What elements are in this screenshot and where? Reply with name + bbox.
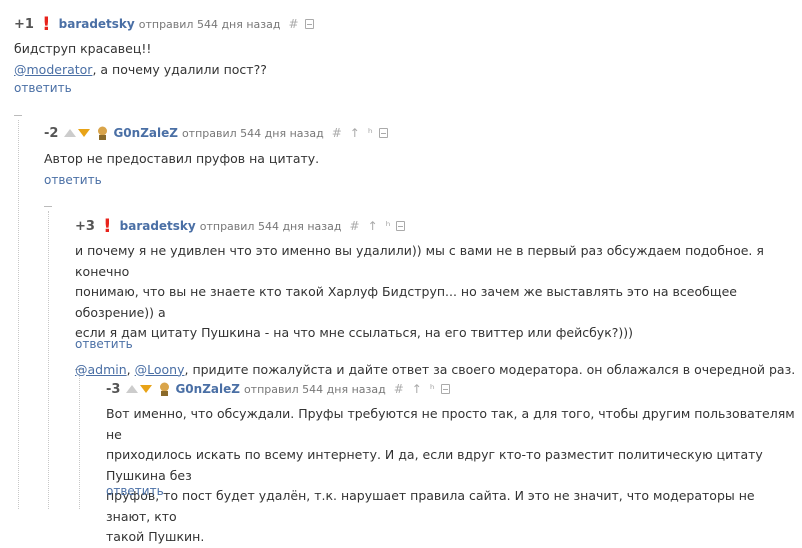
parent-icon[interactable]: ʰ <box>386 219 391 233</box>
comment-body: и почему я не удивлен что это именно вы … <box>75 241 802 380</box>
save-icon[interactable] <box>396 221 406 231</box>
vote-up-icon[interactable] <box>64 129 77 137</box>
comment-time: отправил 544 дня назад <box>199 219 342 233</box>
comment-score: +1 <box>14 16 34 32</box>
comment-score: +3 <box>75 218 95 234</box>
comment-header: +3 ! baradetsky отправил 544 дня назад #… <box>75 215 406 237</box>
comment-line: @moderator, а почему удалили пост?? <box>14 60 267 81</box>
comment-header: -3 G0nZaleZ отправил 544 дня назад # ↑ ʰ <box>106 379 450 399</box>
save-icon[interactable] <box>378 128 388 138</box>
save-icon[interactable] <box>440 384 450 394</box>
collapse-toggle[interactable] <box>44 206 52 207</box>
collapse-toggle[interactable] <box>14 115 22 116</box>
thread-line <box>18 120 19 509</box>
mention-link[interactable]: @Loony <box>135 362 185 377</box>
mention-link[interactable]: @admin <box>75 362 127 377</box>
mention-link[interactable]: @moderator <box>14 62 92 77</box>
comment-text: , а почему удалили пост?? <box>92 61 267 77</box>
up-arrow-icon[interactable]: ↑ <box>350 126 360 140</box>
comment-line: бидструп красавец!! <box>14 41 152 56</box>
avatar-icon <box>160 382 170 396</box>
save-icon[interactable] <box>304 19 314 29</box>
comment-time: отправил 544 дня назад <box>138 17 281 31</box>
comment-author[interactable]: G0nZaleZ <box>113 126 178 140</box>
comment-time: отправил 544 дня назад <box>243 382 386 396</box>
comment-body: Вот именно, что обсуждали. Пруфы требуют… <box>106 404 802 548</box>
comment-body: Автор не предоставил пруфов на цитату. <box>44 149 319 170</box>
permalink-icon[interactable]: # <box>350 219 360 233</box>
comment-time: отправил 544 дня назад <box>181 126 324 140</box>
comment-line: понимаю, что вы не знаете кто такой Харл… <box>75 284 737 320</box>
avatar-icon <box>98 126 108 140</box>
reply-link[interactable]: ответить <box>75 337 133 351</box>
parent-icon[interactable]: ʰ <box>430 382 435 396</box>
warning-icon: ! <box>41 13 51 35</box>
comment-score: -2 <box>44 125 59 141</box>
comment-author[interactable]: G0nZaleZ <box>175 382 240 396</box>
comment-header: -2 G0nZaleZ отправил 544 дня назад # ↑ ʰ <box>44 123 388 143</box>
comment-line: Вот именно, что обсуждали. Пруфы требуют… <box>106 406 795 442</box>
comment-score: -3 <box>106 381 121 397</box>
vote-up-icon[interactable] <box>126 385 139 393</box>
permalink-icon[interactable]: # <box>332 126 342 140</box>
comment-line: если я дам цитату Пушкина - на что мне с… <box>75 325 634 340</box>
separator: , <box>126 361 135 377</box>
thread-line <box>79 374 80 509</box>
reply-link[interactable]: ответить <box>14 81 72 95</box>
up-arrow-icon[interactable]: ↑ <box>368 219 378 233</box>
comment-header: +1 ! baradetsky отправил 544 дня назад # <box>14 14 314 34</box>
thread-line <box>48 211 49 509</box>
comment-line: @admin, @Loony, придите пожалуйста и дай… <box>75 360 802 381</box>
comment-line: приходилось искать по всему интернету. И… <box>106 447 763 483</box>
comment-body: бидструп красавец!! @moderator, а почему… <box>14 39 267 80</box>
reply-link[interactable]: ответить <box>106 484 164 498</box>
parent-icon[interactable]: ʰ <box>368 126 373 140</box>
comment-line: пруфов, то пост будет удалён, т.к. наруш… <box>106 488 755 524</box>
vote-down-icon[interactable] <box>140 385 153 393</box>
comment-line: и почему я не удивлен что это именно вы … <box>75 243 764 279</box>
permalink-icon[interactable]: # <box>289 17 299 31</box>
comment-author[interactable]: baradetsky <box>120 219 196 233</box>
comment-line: Автор не предоставил пруфов на цитату. <box>44 151 320 166</box>
vote-down-icon[interactable] <box>78 129 91 137</box>
comment-line: такой Пушкин. <box>106 529 205 544</box>
comment-text: , придите пожалуйста и дайте ответ за св… <box>184 361 796 377</box>
up-arrow-icon[interactable]: ↑ <box>412 382 422 396</box>
permalink-icon[interactable]: # <box>394 382 404 396</box>
warning-icon: ! <box>102 215 112 237</box>
reply-link[interactable]: ответить <box>44 173 102 187</box>
comment-author[interactable]: baradetsky <box>59 17 135 31</box>
